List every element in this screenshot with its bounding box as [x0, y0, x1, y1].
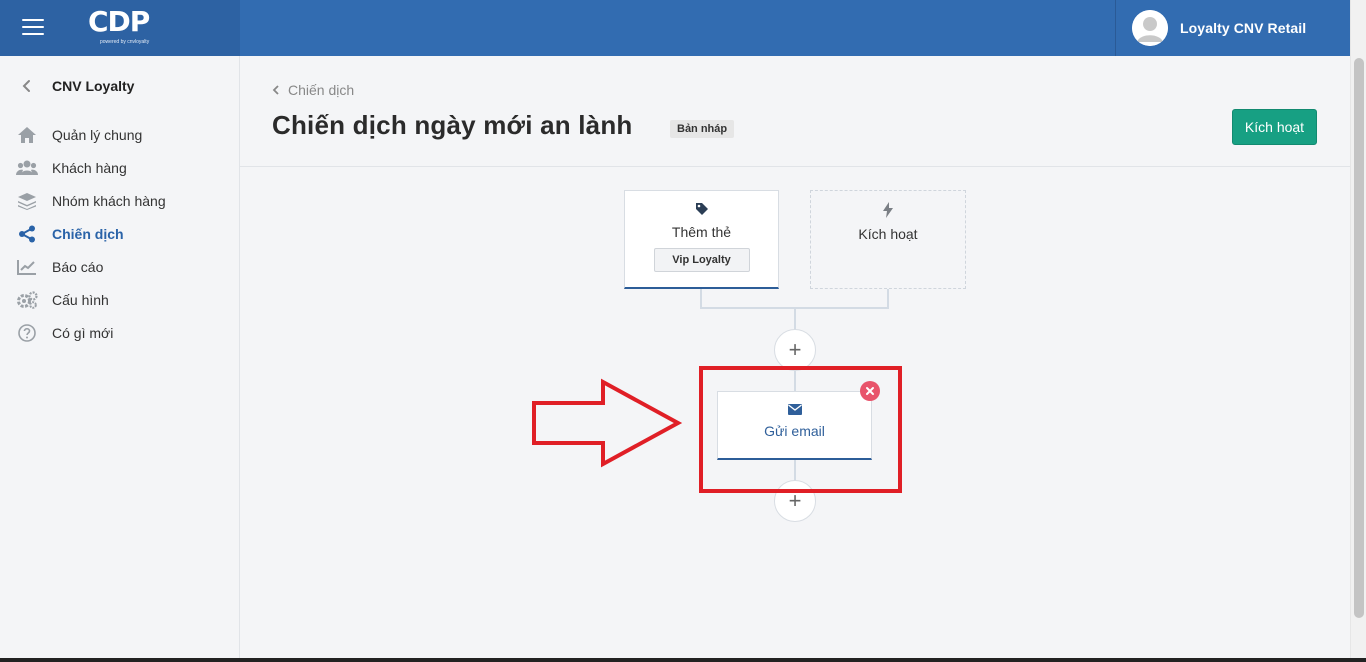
- sidebar-item-whats-new[interactable]: Có gì mới: [16, 316, 166, 349]
- chevron-left-icon: [22, 80, 30, 92]
- node-label: Kích hoạt: [858, 226, 918, 242]
- avatar: [1132, 10, 1168, 46]
- logo-subtitle: powered by cnvloyalty: [100, 39, 150, 45]
- arrow-annotation-icon: [532, 378, 683, 468]
- sidebar-item-label: Cấu hình: [52, 291, 109, 308]
- sidebar-item-settings[interactable]: Cấu hình: [16, 283, 166, 316]
- connector-line: [700, 289, 702, 309]
- users-icon: [16, 157, 38, 179]
- chart-icon: [16, 256, 38, 278]
- add-step-button[interactable]: +: [774, 329, 816, 371]
- app-logo[interactable]: CDP powered by cnvloyalty: [88, 6, 168, 52]
- chevron-left-icon: [272, 85, 279, 95]
- sidebar-item-label: Nhóm khách hàng: [52, 192, 166, 209]
- sidebar-item-label: Chiến dịch: [52, 225, 124, 242]
- sidebar-item-label: Báo cáo: [52, 258, 104, 275]
- scrollbar-thumb[interactable]: [1354, 58, 1364, 618]
- activate-button[interactable]: Kích hoạt: [1232, 109, 1317, 145]
- breadcrumb-label: Chiến dịch: [288, 82, 355, 98]
- highlight-box: [699, 366, 902, 493]
- sidebar-menu: Quản lý chung Khách hàng Nhóm khách hàng…: [16, 118, 166, 349]
- help-icon: [16, 322, 38, 344]
- sidebar-item-customer-groups[interactable]: Nhóm khách hàng: [16, 184, 166, 217]
- user-icon: [1132, 10, 1168, 46]
- home-icon: [16, 124, 38, 146]
- sidebar-item-label: Có gì mới: [52, 324, 114, 341]
- flow-node-trigger[interactable]: Kích hoạt: [810, 190, 966, 289]
- sidebar-item-campaigns[interactable]: Chiến dịch: [16, 217, 166, 250]
- bolt-icon: [883, 202, 893, 218]
- sidebar-item-reports[interactable]: Báo cáo: [16, 250, 166, 283]
- page-title: Chiến dịch ngày mới an lành: [272, 110, 633, 140]
- main-content: Chiến dịch Chiến dịch ngày mới an lành B…: [240, 56, 1350, 658]
- header-divider: [240, 166, 1350, 167]
- connector-line: [794, 307, 796, 331]
- connector-line: [887, 289, 889, 309]
- sidebar-item-customers[interactable]: Khách hàng: [16, 151, 166, 184]
- sidebar-back[interactable]: CNV Loyalty: [20, 78, 134, 94]
- brand-area: CDP powered by cnvloyalty: [0, 0, 240, 56]
- logo-text: CDP: [88, 5, 150, 38]
- page-scrollbar[interactable]: [1350, 0, 1366, 662]
- user-name: Loyalty CNV Retail: [1180, 20, 1307, 36]
- user-menu[interactable]: Loyalty CNV Retail: [1115, 0, 1350, 56]
- gears-icon: [16, 289, 38, 311]
- tag-icon: [695, 203, 708, 215]
- sidebar-item-label: Quản lý chung: [52, 126, 143, 143]
- sidebar-item-label: Khách hàng: [52, 159, 127, 176]
- node-label: Thêm thẻ: [671, 224, 732, 240]
- sidebar-title: CNV Loyalty: [52, 78, 135, 94]
- flow-node-add-tag[interactable]: Thêm thẻ Vip Loyalty: [624, 190, 779, 289]
- breadcrumb[interactable]: Chiến dịch: [272, 82, 354, 98]
- layers-icon: [16, 190, 38, 212]
- top-bar: CDP powered by cnvloyalty Loyalty CNV Re…: [0, 0, 1366, 56]
- sidebar: CNV Loyalty Quản lý chung Khách hàng Nhó…: [0, 56, 240, 658]
- status-badge: Bản nháp: [670, 120, 735, 138]
- bottom-edge: [0, 658, 1366, 662]
- share-icon: [16, 223, 38, 245]
- tag-value-chip: Vip Loyalty: [653, 248, 750, 272]
- hamburger-menu-icon[interactable]: [22, 19, 44, 37]
- sidebar-item-general[interactable]: Quản lý chung: [16, 118, 166, 151]
